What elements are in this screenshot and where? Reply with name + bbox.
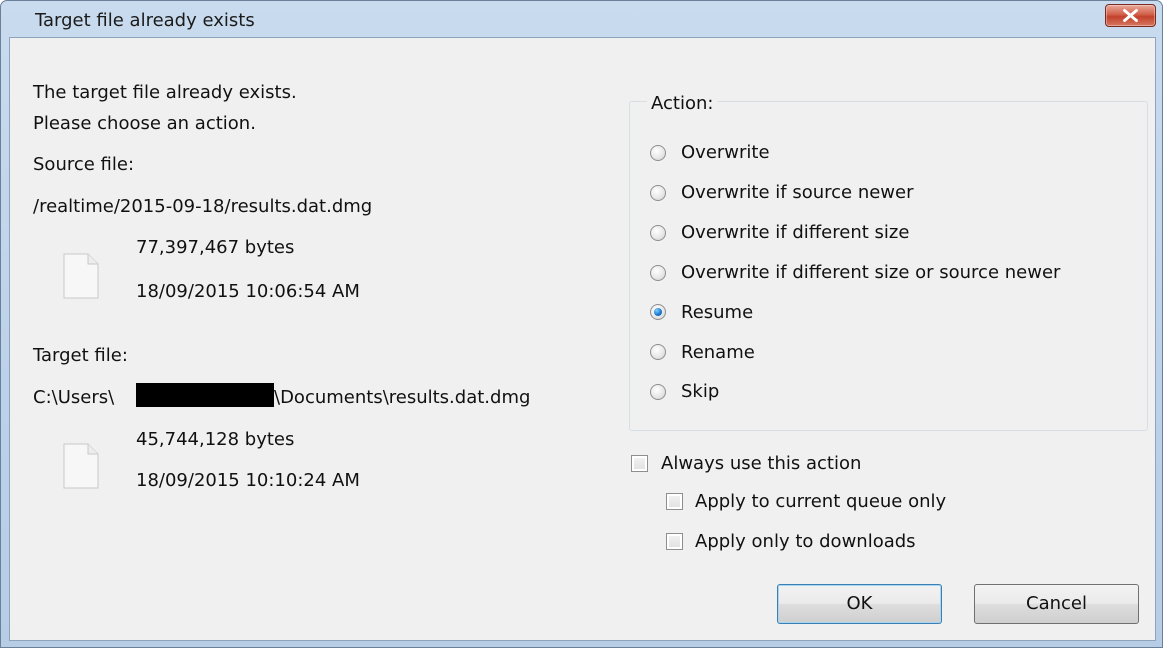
source-file-icon [63,253,99,299]
target-file-label: Target file: [33,345,128,366]
source-file-date: 18/09/2015 10:06:54 AM [136,281,360,302]
target-file-path-suffix: \Documents\results.dat.dmg [274,387,531,408]
checkbox[interactable] [666,533,683,550]
radio-label[interactable]: Overwrite if source newer [681,182,914,203]
target-file-icon [63,443,99,489]
radio-button[interactable] [650,145,666,161]
radio-button[interactable] [650,265,666,281]
redaction-bar [136,383,274,407]
target-file-path-prefix: C:\Users\ [33,387,115,408]
checkbox[interactable] [631,455,648,472]
dialog-window: Target file already exists The target fi… [0,0,1163,648]
checkbox-label[interactable]: Apply only to downloads [695,531,916,552]
message-line-1: The target file already exists. [33,82,297,103]
close-icon [1123,9,1138,22]
radio-label[interactable]: Overwrite if different size [681,222,909,243]
message-line-2: Please choose an action. [33,113,256,134]
source-file-size: 77,397,467 bytes [136,237,295,258]
action-group-title: Action: [647,93,718,114]
radio-button[interactable] [650,225,666,241]
checkbox-label[interactable]: Always use this action [661,453,861,474]
checkbox-label[interactable]: Apply to current queue only [695,491,946,512]
radio-label[interactable]: Overwrite [681,142,770,163]
target-file-size: 45,744,128 bytes [136,429,295,450]
radio-button[interactable] [650,185,666,201]
radio-label[interactable]: Overwrite if different size or source ne… [681,262,1060,283]
checkbox[interactable] [666,493,683,510]
target-file-date: 18/09/2015 10:10:24 AM [136,470,360,491]
radio-label[interactable]: Rename [681,342,755,363]
source-file-path: /realtime/2015-09-18/results.dat.dmg [33,196,373,217]
window-title: Target file already exists [35,10,255,31]
ok-button[interactable]: OK [777,584,942,624]
title-bar[interactable]: Target file already exists [1,1,1162,37]
close-button[interactable] [1105,4,1156,27]
cancel-button[interactable]: Cancel [974,584,1139,624]
radio-button[interactable] [650,384,666,400]
dialog-client-area: The target file already exists. Please c… [9,37,1156,641]
source-file-label: Source file: [33,154,135,175]
radio-label[interactable]: Skip [681,381,719,402]
radio-button[interactable] [650,304,666,320]
radio-label[interactable]: Resume [681,302,753,323]
radio-button[interactable] [650,344,666,360]
